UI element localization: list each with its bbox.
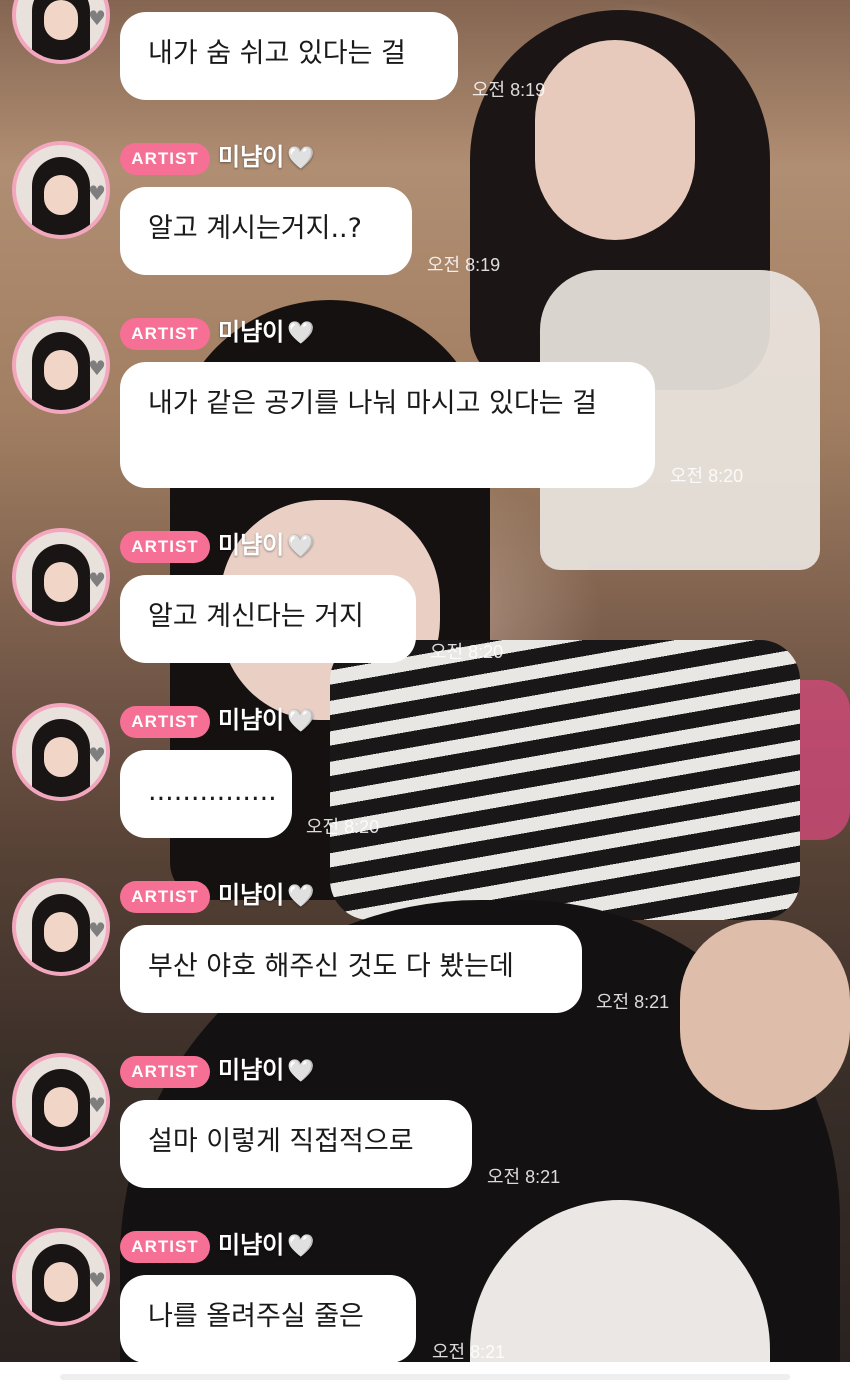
avatar[interactable]: ♥	[12, 528, 110, 626]
chat-feed[interactable]: ♥ 내가 숨 쉬고 있다는 걸 오전 8:19 ♥ ARTIST 미냠이 🤍 알고…	[0, 0, 850, 1389]
message-text: 부산 야호 해주신 것도 다 봤는데	[148, 951, 514, 982]
avatar[interactable]: ♥	[12, 878, 110, 976]
message-text: 알고 계신다는 거지	[148, 601, 364, 632]
heart-icon: ♥	[88, 568, 106, 592]
message-time: 오전 8:19	[427, 255, 501, 275]
heart-icon: 🤍	[287, 1058, 315, 1083]
message-text: 내가 숨 쉬고 있다는 걸	[148, 38, 406, 69]
divider	[60, 1374, 790, 1380]
message-bubble[interactable]: 내가 숨 쉬고 있다는 걸	[120, 12, 458, 100]
heart-icon: ♥	[88, 918, 106, 942]
message-text: 나를 올려주실 줄은	[148, 1301, 364, 1332]
sender-name: 미냠이 🤍	[218, 882, 315, 909]
artist-badge: ARTIST	[120, 143, 210, 175]
message-time: 오전 8:20	[430, 642, 504, 662]
heart-icon: ♥	[88, 743, 106, 767]
heart-icon: 🤍	[287, 883, 315, 908]
message-bubble[interactable]: 설마 이렇게 직접적으로	[120, 1100, 472, 1188]
message-bubble[interactable]: 내가 같은 공기를 나눠 마시고 있다는 걸	[120, 362, 655, 488]
heart-icon: ♥	[88, 356, 106, 380]
message-bubble[interactable]: 나를 올려주실 줄은	[120, 1275, 416, 1363]
artist-badge: ARTIST	[120, 531, 210, 563]
heart-icon: ♥	[88, 1093, 106, 1117]
message-bubble[interactable]: 부산 야호 해주신 것도 다 봤는데	[120, 925, 582, 1013]
heart-icon: 🤍	[287, 320, 315, 345]
avatar[interactable]: ♥	[12, 141, 110, 239]
artist-badge: ARTIST	[120, 318, 210, 350]
artist-badge: ARTIST	[120, 881, 210, 913]
avatar[interactable]: ♥	[12, 703, 110, 801]
sender-name: 미냠이 🤍	[218, 319, 315, 346]
message-text: 설마 이렇게 직접적으로	[148, 1126, 414, 1157]
heart-icon: 🤍	[287, 533, 315, 558]
sender-name: 미냠이 🤍	[218, 532, 315, 559]
sender-name: 미냠이 🤍	[218, 707, 315, 734]
avatar[interactable]: ♥	[12, 0, 110, 64]
heart-icon: ♥	[88, 1268, 106, 1292]
message-time: 오전 8:20	[306, 817, 380, 837]
bottom-bar	[0, 1362, 850, 1389]
message-bubble[interactable]: 알고 계시는거지..?	[120, 187, 412, 275]
message-bubble[interactable]: 알고 계신다는 거지	[120, 575, 416, 663]
sender-name: 미냠이 🤍	[218, 1232, 315, 1259]
artist-badge: ARTIST	[120, 1231, 210, 1263]
message-time: 오전 8:21	[487, 1167, 561, 1187]
message-bubble[interactable]: ...............	[120, 750, 292, 838]
artist-badge: ARTIST	[120, 1056, 210, 1088]
avatar[interactable]: ♥	[12, 1053, 110, 1151]
heart-icon: ♥	[88, 6, 106, 30]
message-time: 오전 8:19	[472, 80, 546, 100]
sender-name: 미냠이 🤍	[218, 144, 315, 171]
avatar[interactable]: ♥	[12, 316, 110, 414]
message-time: 오전 8:21	[596, 992, 670, 1012]
avatar[interactable]: ♥	[12, 1228, 110, 1326]
message-time: 오전 8:21	[432, 1342, 506, 1362]
message-text: ...............	[148, 776, 277, 807]
heart-icon: ♥	[88, 181, 106, 205]
message-text: 내가 같은 공기를 나눠 마시고 있다는 걸	[148, 388, 597, 419]
heart-icon: 🤍	[287, 145, 315, 170]
heart-icon: 🤍	[287, 1233, 315, 1258]
sender-name: 미냠이 🤍	[218, 1057, 315, 1084]
message-text: 알고 계시는거지..?	[148, 213, 362, 244]
artist-badge: ARTIST	[120, 706, 210, 738]
heart-icon: 🤍	[287, 708, 315, 733]
message-time: 오전 8:20	[670, 466, 744, 486]
